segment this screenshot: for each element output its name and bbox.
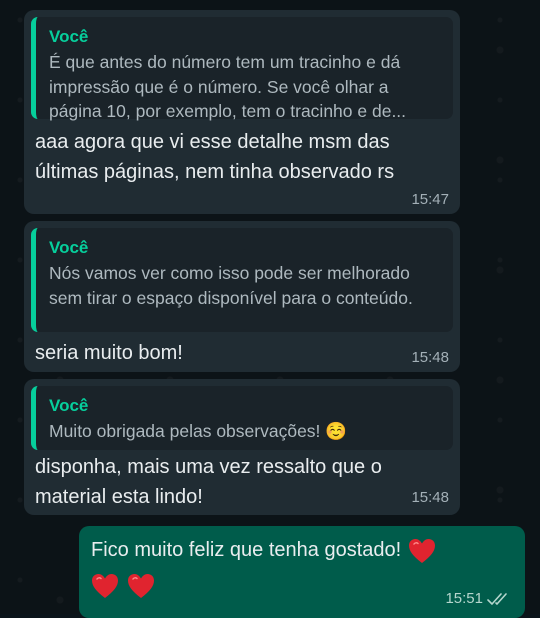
message-text: aaa agora que vi esse detalhe msm das úl… <box>35 131 395 183</box>
incoming-message[interactable]: Você Nós vamos ver como isso pode ser me… <box>24 221 460 372</box>
heart-emoji-icon <box>128 574 155 598</box>
quote-author: Você <box>49 27 89 46</box>
outgoing-message[interactable]: Fico muito feliz que tenha gostado! 15:5… <box>79 526 525 618</box>
heart-emoji-icon <box>408 538 435 563</box>
message-time: 15:48 <box>411 349 449 366</box>
quote-text: Muito obrigada pelas observações! ☺️ <box>49 421 348 441</box>
message-time: 15:51 <box>445 590 483 607</box>
hearts-row <box>90 572 156 600</box>
quote-text: É que antes do número tem um tracinho e … <box>49 52 407 121</box>
quoted-message[interactable]: Você Muito obrigada pelas observações! ☺… <box>31 386 453 450</box>
message-text: seria muito bom! <box>35 342 183 364</box>
message-time: 15:48 <box>411 489 449 506</box>
quoted-message[interactable]: Você É que antes do número tem um tracin… <box>31 17 453 121</box>
message-text: disponha, mais uma vez ressalto que o ma… <box>35 456 382 508</box>
heart-emoji-icon <box>92 574 118 598</box>
quote-text: Nós vamos ver como isso pode ser melhora… <box>49 263 413 308</box>
quoted-message[interactable]: Você Nós vamos ver como isso pode ser me… <box>31 228 453 332</box>
incoming-message[interactable]: Você Muito obrigada pelas observações! ☺… <box>24 379 460 515</box>
quote-author: Você <box>49 396 89 415</box>
message-line: Fico muito feliz que tenha gostado! <box>91 535 437 565</box>
message-text: Fico muito feliz que tenha gostado! <box>91 539 402 561</box>
quote-author: Você <box>49 238 89 257</box>
double-check-icon <box>487 593 507 605</box>
incoming-message[interactable]: Você É que antes do número tem um tracin… <box>24 10 460 214</box>
message-time: 15:47 <box>411 191 449 208</box>
